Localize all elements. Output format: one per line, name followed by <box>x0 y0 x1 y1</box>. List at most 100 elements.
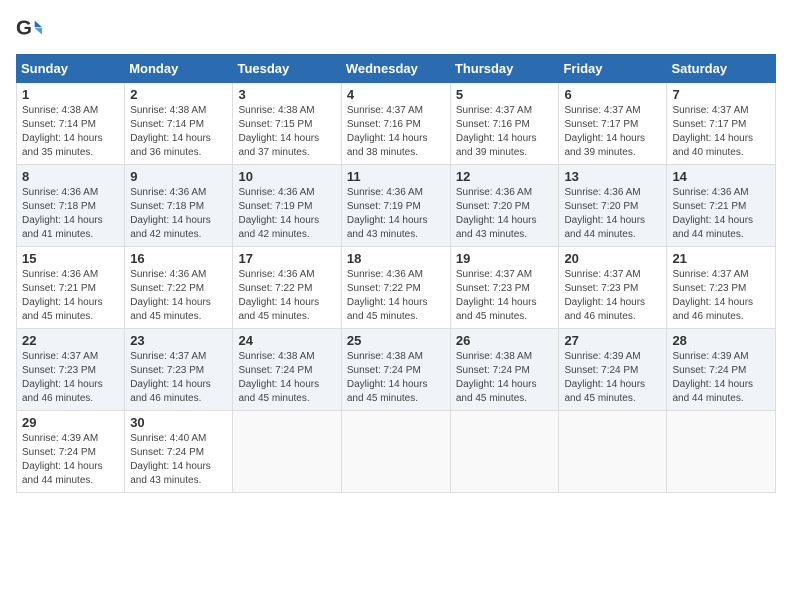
day-detail: Sunrise: 4:36 AMSunset: 7:20 PMDaylight:… <box>564 186 661 242</box>
day-number: 2 <box>130 87 227 102</box>
day-number: 13 <box>564 169 661 184</box>
calendar-cell: 3 Sunrise: 4:38 AMSunset: 7:15 PMDayligh… <box>233 83 341 165</box>
calendar-cell: 5 Sunrise: 4:37 AMSunset: 7:16 PMDayligh… <box>450 83 559 165</box>
day-number: 3 <box>238 87 335 102</box>
day-detail: Sunrise: 4:37 AMSunset: 7:23 PMDaylight:… <box>130 350 227 406</box>
svg-text:G: G <box>16 17 32 40</box>
day-detail: Sunrise: 4:38 AMSunset: 7:24 PMDaylight:… <box>456 350 554 406</box>
day-detail: Sunrise: 4:38 AMSunset: 7:14 PMDaylight:… <box>130 104 227 160</box>
calendar-cell: 4 Sunrise: 4:37 AMSunset: 7:16 PMDayligh… <box>341 83 450 165</box>
day-number: 17 <box>238 251 335 266</box>
weekday-header-wednesday: Wednesday <box>341 55 450 83</box>
day-number: 1 <box>22 87 119 102</box>
calendar-cell: 1 Sunrise: 4:38 AMSunset: 7:14 PMDayligh… <box>17 83 125 165</box>
day-number: 26 <box>456 333 554 348</box>
day-detail: Sunrise: 4:38 AMSunset: 7:14 PMDaylight:… <box>22 104 119 160</box>
weekday-header-sunday: Sunday <box>17 55 125 83</box>
day-detail: Sunrise: 4:38 AMSunset: 7:24 PMDaylight:… <box>238 350 335 406</box>
calendar-cell: 8 Sunrise: 4:36 AMSunset: 7:18 PMDayligh… <box>17 165 125 247</box>
day-detail: Sunrise: 4:37 AMSunset: 7:23 PMDaylight:… <box>456 268 554 324</box>
day-number: 7 <box>672 87 770 102</box>
calendar-cell <box>341 411 450 493</box>
calendar-cell: 30 Sunrise: 4:40 AMSunset: 7:24 PMDaylig… <box>125 411 233 493</box>
day-number: 11 <box>347 169 445 184</box>
weekday-header-thursday: Thursday <box>450 55 559 83</box>
day-detail: Sunrise: 4:40 AMSunset: 7:24 PMDaylight:… <box>130 432 227 488</box>
calendar-cell: 26 Sunrise: 4:38 AMSunset: 7:24 PMDaylig… <box>450 329 559 411</box>
day-number: 15 <box>22 251 119 266</box>
calendar-cell: 19 Sunrise: 4:37 AMSunset: 7:23 PMDaylig… <box>450 247 559 329</box>
day-number: 10 <box>238 169 335 184</box>
calendar-cell: 13 Sunrise: 4:36 AMSunset: 7:20 PMDaylig… <box>559 165 667 247</box>
header: G <box>16 16 776 44</box>
calendar-cell: 6 Sunrise: 4:37 AMSunset: 7:17 PMDayligh… <box>559 83 667 165</box>
day-detail: Sunrise: 4:36 AMSunset: 7:22 PMDaylight:… <box>347 268 445 324</box>
day-detail: Sunrise: 4:36 AMSunset: 7:22 PMDaylight:… <box>130 268 227 324</box>
day-number: 5 <box>456 87 554 102</box>
calendar-cell: 24 Sunrise: 4:38 AMSunset: 7:24 PMDaylig… <box>233 329 341 411</box>
calendar-cell <box>233 411 341 493</box>
calendar-cell: 23 Sunrise: 4:37 AMSunset: 7:23 PMDaylig… <box>125 329 233 411</box>
day-detail: Sunrise: 4:36 AMSunset: 7:22 PMDaylight:… <box>238 268 335 324</box>
calendar-cell <box>667 411 776 493</box>
day-detail: Sunrise: 4:36 AMSunset: 7:19 PMDaylight:… <box>347 186 445 242</box>
logo: G <box>16 16 48 44</box>
calendar-cell: 22 Sunrise: 4:37 AMSunset: 7:23 PMDaylig… <box>17 329 125 411</box>
day-number: 25 <box>347 333 445 348</box>
calendar-cell: 11 Sunrise: 4:36 AMSunset: 7:19 PMDaylig… <box>341 165 450 247</box>
day-detail: Sunrise: 4:36 AMSunset: 7:18 PMDaylight:… <box>22 186 119 242</box>
weekday-header-monday: Monday <box>125 55 233 83</box>
day-detail: Sunrise: 4:37 AMSunset: 7:23 PMDaylight:… <box>672 268 770 324</box>
weekday-header-row: SundayMondayTuesdayWednesdayThursdayFrid… <box>17 55 776 83</box>
day-detail: Sunrise: 4:39 AMSunset: 7:24 PMDaylight:… <box>672 350 770 406</box>
weekday-header-saturday: Saturday <box>667 55 776 83</box>
calendar-cell: 28 Sunrise: 4:39 AMSunset: 7:24 PMDaylig… <box>667 329 776 411</box>
calendar-cell: 20 Sunrise: 4:37 AMSunset: 7:23 PMDaylig… <box>559 247 667 329</box>
day-number: 9 <box>130 169 227 184</box>
day-detail: Sunrise: 4:38 AMSunset: 7:24 PMDaylight:… <box>347 350 445 406</box>
day-detail: Sunrise: 4:37 AMSunset: 7:17 PMDaylight:… <box>672 104 770 160</box>
day-number: 16 <box>130 251 227 266</box>
day-number: 30 <box>130 415 227 430</box>
day-detail: Sunrise: 4:37 AMSunset: 7:23 PMDaylight:… <box>564 268 661 324</box>
day-detail: Sunrise: 4:38 AMSunset: 7:15 PMDaylight:… <box>238 104 335 160</box>
day-number: 8 <box>22 169 119 184</box>
day-detail: Sunrise: 4:37 AMSunset: 7:17 PMDaylight:… <box>564 104 661 160</box>
calendar-cell: 2 Sunrise: 4:38 AMSunset: 7:14 PMDayligh… <box>125 83 233 165</box>
calendar-cell: 9 Sunrise: 4:36 AMSunset: 7:18 PMDayligh… <box>125 165 233 247</box>
weekday-header-friday: Friday <box>559 55 667 83</box>
calendar-cell <box>450 411 559 493</box>
day-detail: Sunrise: 4:36 AMSunset: 7:19 PMDaylight:… <box>238 186 335 242</box>
day-number: 27 <box>564 333 661 348</box>
day-number: 21 <box>672 251 770 266</box>
day-detail: Sunrise: 4:37 AMSunset: 7:16 PMDaylight:… <box>347 104 445 160</box>
day-number: 28 <box>672 333 770 348</box>
calendar-cell <box>559 411 667 493</box>
day-number: 19 <box>456 251 554 266</box>
calendar-cell: 25 Sunrise: 4:38 AMSunset: 7:24 PMDaylig… <box>341 329 450 411</box>
logo-icon: G <box>16 16 44 44</box>
day-number: 18 <box>347 251 445 266</box>
day-detail: Sunrise: 4:36 AMSunset: 7:21 PMDaylight:… <box>672 186 770 242</box>
week-row-1: 1 Sunrise: 4:38 AMSunset: 7:14 PMDayligh… <box>17 83 776 165</box>
calendar-cell: 29 Sunrise: 4:39 AMSunset: 7:24 PMDaylig… <box>17 411 125 493</box>
day-number: 22 <box>22 333 119 348</box>
day-number: 14 <box>672 169 770 184</box>
calendar-cell: 10 Sunrise: 4:36 AMSunset: 7:19 PMDaylig… <box>233 165 341 247</box>
calendar-cell: 18 Sunrise: 4:36 AMSunset: 7:22 PMDaylig… <box>341 247 450 329</box>
week-row-4: 22 Sunrise: 4:37 AMSunset: 7:23 PMDaylig… <box>17 329 776 411</box>
calendar-cell: 17 Sunrise: 4:36 AMSunset: 7:22 PMDaylig… <box>233 247 341 329</box>
calendar-cell: 14 Sunrise: 4:36 AMSunset: 7:21 PMDaylig… <box>667 165 776 247</box>
calendar-cell: 7 Sunrise: 4:37 AMSunset: 7:17 PMDayligh… <box>667 83 776 165</box>
day-detail: Sunrise: 4:37 AMSunset: 7:16 PMDaylight:… <box>456 104 554 160</box>
day-number: 20 <box>564 251 661 266</box>
day-number: 12 <box>456 169 554 184</box>
day-detail: Sunrise: 4:39 AMSunset: 7:24 PMDaylight:… <box>22 432 119 488</box>
week-row-3: 15 Sunrise: 4:36 AMSunset: 7:21 PMDaylig… <box>17 247 776 329</box>
calendar-cell: 16 Sunrise: 4:36 AMSunset: 7:22 PMDaylig… <box>125 247 233 329</box>
day-detail: Sunrise: 4:39 AMSunset: 7:24 PMDaylight:… <box>564 350 661 406</box>
day-detail: Sunrise: 4:36 AMSunset: 7:21 PMDaylight:… <box>22 268 119 324</box>
calendar-cell: 15 Sunrise: 4:36 AMSunset: 7:21 PMDaylig… <box>17 247 125 329</box>
calendar-table: SundayMondayTuesdayWednesdayThursdayFrid… <box>16 54 776 493</box>
weekday-header-tuesday: Tuesday <box>233 55 341 83</box>
